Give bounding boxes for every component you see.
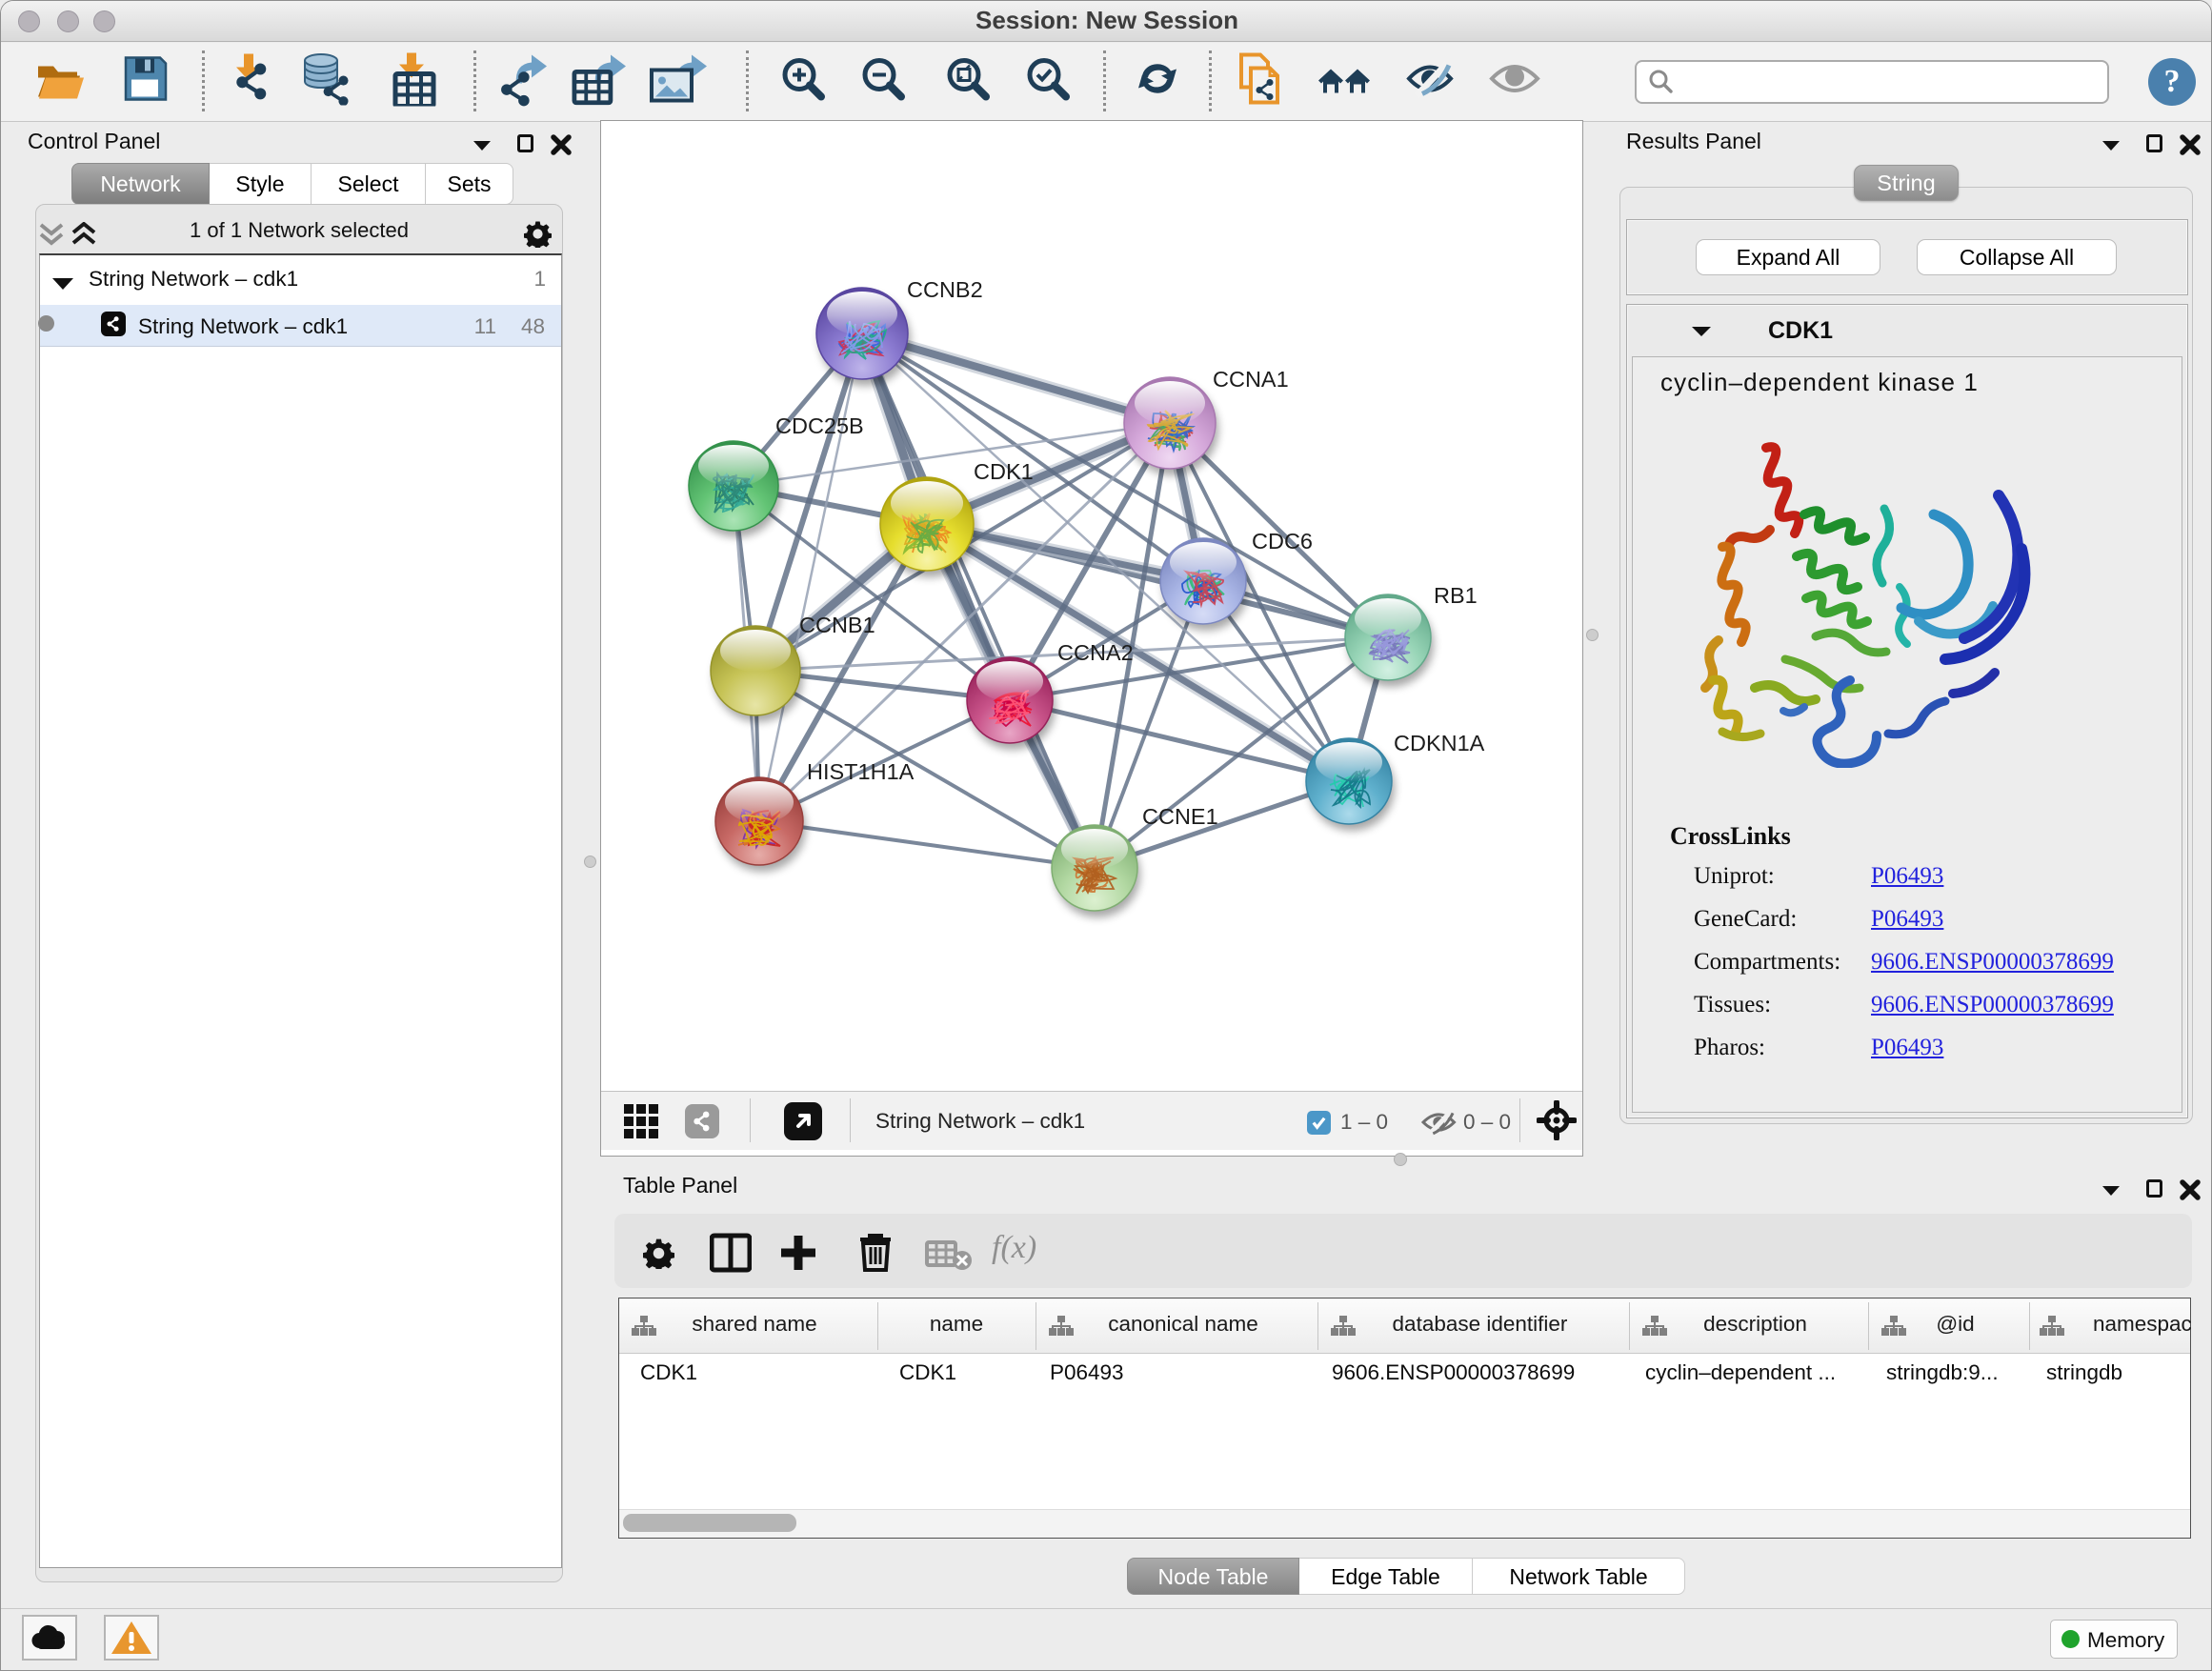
svg-text:CDK1: CDK1 <box>974 459 1034 484</box>
svg-text:CCNB1: CCNB1 <box>799 613 875 637</box>
svg-text:CCNA1: CCNA1 <box>1213 367 1289 392</box>
svg-text:HIST1H1A: HIST1H1A <box>807 759 915 784</box>
svg-text:RB1: RB1 <box>1434 583 1478 608</box>
svg-text:CCNE1: CCNE1 <box>1142 804 1218 829</box>
svg-text:CDKN1A: CDKN1A <box>1394 731 1485 755</box>
svg-text:CCNB2: CCNB2 <box>907 277 983 302</box>
svg-text:CDC6: CDC6 <box>1252 529 1313 554</box>
svg-text:CDC25B: CDC25B <box>775 413 864 438</box>
svg-text:CCNA2: CCNA2 <box>1057 640 1134 665</box>
